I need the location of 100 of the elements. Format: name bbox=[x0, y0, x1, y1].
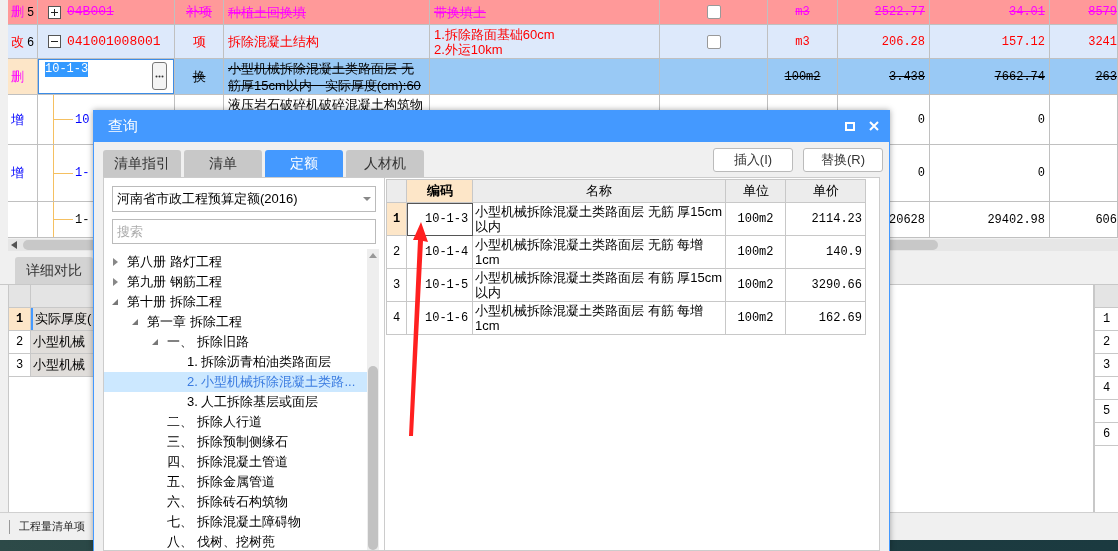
item-total: 263 bbox=[1095, 68, 1117, 86]
ellipsis-icon bbox=[155, 74, 164, 78]
minus-icon[interactable] bbox=[48, 35, 61, 48]
table-cell: 100m2 bbox=[726, 203, 786, 236]
tree-item[interactable]: 3. 人工拆除基层或面层 bbox=[104, 392, 367, 412]
scrollbar[interactable] bbox=[367, 249, 379, 550]
row-mark: 删 bbox=[11, 67, 24, 86]
column-header[interactable]: 单位 bbox=[726, 180, 786, 203]
selected-text: 10-1-3 bbox=[45, 62, 89, 77]
column-header[interactable]: 单价 bbox=[786, 180, 866, 203]
row-number: 5 bbox=[1095, 400, 1118, 423]
row-mark: 增 bbox=[11, 110, 24, 129]
tree-item[interactable]: 二、 拆除人行道 bbox=[104, 412, 367, 432]
table-cell: 3290.66 bbox=[786, 269, 866, 302]
item-unit: m3 bbox=[795, 33, 810, 51]
library-dropdown[interactable]: 河南省市政工程预算定额(2016) bbox=[112, 186, 376, 212]
tree-item[interactable]: 五、 拆除金属管道 bbox=[104, 472, 367, 492]
tab[interactable]: 人材机 bbox=[346, 150, 424, 177]
table-cell: 2114.23 bbox=[786, 203, 866, 236]
tree-item[interactable]: 八、 伐树、挖树蔸 bbox=[104, 532, 367, 550]
table-cell: 实际厚度( bbox=[31, 308, 93, 330]
tab[interactable]: 清单 bbox=[184, 150, 262, 177]
column-header[interactable]: 名称 bbox=[473, 180, 726, 203]
table-cell: 10-1-3 bbox=[407, 203, 473, 236]
plus-icon[interactable] bbox=[48, 5, 61, 19]
row-mark: 删 bbox=[11, 3, 24, 22]
search-field[interactable]: 搜索 bbox=[112, 219, 376, 244]
caret-down-icon[interactable] bbox=[152, 338, 159, 346]
item-quantity: 206.28 bbox=[881, 33, 925, 51]
item-price: 0 bbox=[1037, 165, 1045, 182]
caret-right-icon[interactable] bbox=[112, 258, 119, 266]
row-number: 6 bbox=[27, 33, 34, 51]
tree-item[interactable]: 一、 拆除旧路 bbox=[104, 332, 367, 352]
tree-item[interactable]: 1. 拆除沥青柏油类路面层 bbox=[104, 352, 367, 372]
table-cell: 小型机械 bbox=[31, 331, 93, 353]
table-cell: 小型机械拆除混凝土类路面层 无筋 每增1cm bbox=[473, 236, 726, 269]
scroll-up-icon[interactable] bbox=[369, 253, 377, 258]
detail-row[interactable]: 1 实际厚度( bbox=[9, 308, 93, 331]
row-number: 2 bbox=[387, 236, 407, 269]
detail-row[interactable]: 2 小型机械 bbox=[9, 331, 93, 354]
table-cell: 140.9 bbox=[786, 236, 866, 269]
item-quantity: 0 bbox=[917, 111, 925, 129]
tree-item[interactable]: 第十册 拆除工程 bbox=[104, 292, 367, 312]
tree-connector bbox=[53, 95, 73, 144]
table-row[interactable]: 改 6 041001008001 项 拆除混凝土结构 1.拆除路面基础60cm 2.外运10km m3 206.28 157.12 3241 bbox=[8, 25, 1118, 59]
item-quantity: 20628 bbox=[889, 211, 925, 229]
scroll-left-icon[interactable] bbox=[11, 241, 17, 249]
row-number: 4 bbox=[1095, 377, 1118, 400]
close-icon[interactable] bbox=[869, 121, 879, 131]
table-row[interactable]: 删 5 04B001 补项 种植土回换填 带换填土 m3 2522.77 34.01 8579 bbox=[8, 0, 1118, 25]
item-price: 34.01 bbox=[1009, 4, 1045, 21]
item-quantity: 2522.77 bbox=[874, 4, 925, 21]
item-type: 补项 bbox=[186, 3, 212, 22]
tree-item[interactable]: 第九册 钢筋工程 bbox=[104, 272, 367, 292]
tab[interactable]: 清单指引 bbox=[103, 150, 181, 177]
item-total: 3241 bbox=[1088, 33, 1117, 51]
item-total: 606 bbox=[1095, 211, 1117, 229]
maximize-icon[interactable] bbox=[845, 121, 855, 131]
row-number: 1 bbox=[9, 308, 31, 330]
more-button[interactable] bbox=[152, 62, 167, 90]
item-code: 041001008001 bbox=[67, 32, 161, 51]
tree-item[interactable]: 六、 拆除砖石构筑物 bbox=[104, 492, 367, 512]
item-name: 拆除混凝土结构 bbox=[228, 33, 319, 50]
caret-right-icon[interactable] bbox=[112, 278, 119, 286]
row-number: 1 bbox=[1095, 308, 1118, 331]
item-unit: 100m2 bbox=[784, 68, 821, 86]
row-number: 6 bbox=[1095, 423, 1118, 446]
item-name: 种植土回换填 bbox=[228, 3, 306, 21]
row-number: 4 bbox=[387, 302, 407, 335]
action-button[interactable]: 插入(I) bbox=[713, 148, 793, 172]
detail-row[interactable]: 3 小型机械 bbox=[9, 354, 93, 377]
row-mark: 增 bbox=[11, 164, 24, 183]
column-header[interactable]: 编码 bbox=[407, 180, 473, 203]
tree-item[interactable]: 四、 拆除混凝土管道 bbox=[104, 452, 367, 472]
tab[interactable]: 详细对比 bbox=[15, 257, 93, 284]
tree-item[interactable]: 三、 拆除预制侧缘石 bbox=[104, 432, 367, 452]
item-feature: 2.外运10km bbox=[434, 41, 503, 57]
item-code: 10 bbox=[75, 111, 90, 129]
caret-down-icon[interactable] bbox=[112, 298, 119, 306]
table-cell: 162.69 bbox=[786, 302, 866, 335]
item-type: 换 bbox=[192, 67, 206, 86]
table-cell: 小型机械拆除混凝土类路面层 有筋 每增1cm bbox=[473, 302, 726, 335]
action-button[interactable]: 替换(R) bbox=[803, 148, 883, 172]
tree-item[interactable]: 七、 拆除混凝土障碍物 bbox=[104, 512, 367, 532]
item-code: 04B001 bbox=[67, 3, 114, 22]
item-price: 29402.98 bbox=[987, 211, 1045, 229]
tree-item[interactable]: 第八册 路灯工程 bbox=[104, 252, 367, 272]
row-number: 3 bbox=[387, 269, 407, 302]
item-quantity: 0 bbox=[917, 165, 925, 182]
row-mark: 改 bbox=[11, 32, 24, 51]
item-code: 1- bbox=[75, 211, 90, 229]
caret-down-icon[interactable] bbox=[132, 318, 139, 326]
checkbox[interactable] bbox=[706, 34, 721, 49]
scroll-thumb[interactable] bbox=[368, 366, 378, 550]
item-price: 157.12 bbox=[1001, 33, 1045, 51]
dropdown-arrow-icon bbox=[363, 197, 371, 201]
tree-item[interactable]: 第一章 拆除工程 bbox=[104, 312, 367, 332]
checkbox[interactable] bbox=[706, 5, 721, 19]
row-number: 2 bbox=[1095, 331, 1118, 354]
table-row[interactable]: 删 10-1-3 换 小型机械拆除混凝土类路面层 无筋厚15cm以内 实际厚度(cm):60 100m2 3.438 7662.74 263 bbox=[8, 59, 1118, 95]
